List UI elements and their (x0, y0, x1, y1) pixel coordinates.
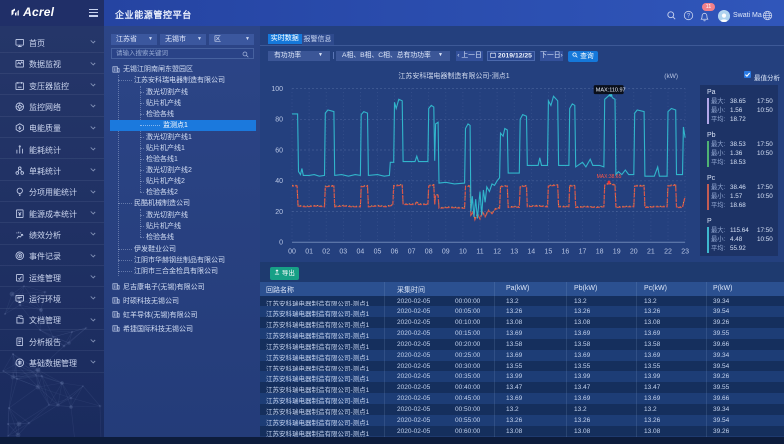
svg-text:22: 22 (664, 249, 672, 256)
svg-text:18: 18 (596, 249, 604, 256)
svg-text:14: 14 (527, 249, 535, 256)
svg-text:0: 0 (279, 240, 283, 247)
svg-text:江苏安科瑞电器制造有限公司-测点1: 江苏安科瑞电器制造有限公司-测点1 (398, 71, 509, 80)
svg-text:05: 05 (374, 249, 382, 256)
svg-text:04: 04 (357, 249, 365, 256)
svg-text:15: 15 (545, 249, 553, 256)
svg-text:40: 40 (275, 178, 283, 185)
svg-text:00: 00 (288, 249, 296, 256)
svg-text:60: 60 (275, 147, 283, 154)
svg-text:19: 19 (613, 249, 621, 256)
svg-text:07: 07 (408, 249, 416, 256)
svg-text:80: 80 (275, 117, 283, 124)
svg-text:(kW): (kW) (664, 73, 678, 80)
svg-text:02: 02 (322, 249, 330, 256)
svg-text:20: 20 (630, 249, 638, 256)
svg-text:11: 11 (476, 249, 483, 256)
svg-text:10: 10 (459, 249, 467, 256)
svg-text:12: 12 (493, 249, 501, 256)
svg-text:20: 20 (275, 209, 283, 216)
svg-text:09: 09 (442, 249, 450, 256)
svg-text:13: 13 (510, 249, 518, 256)
svg-text:21: 21 (647, 249, 655, 256)
svg-text:17: 17 (579, 249, 587, 256)
svg-text:?: ? (687, 14, 691, 20)
svg-text:MAX:110.97: MAX:110.97 (596, 88, 626, 94)
svg-text:06: 06 (391, 249, 399, 256)
svg-text:100: 100 (271, 86, 283, 93)
svg-text:MAX:38.65: MAX:38.65 (597, 174, 622, 180)
svg-text:23: 23 (681, 249, 689, 256)
svg-text:01: 01 (305, 249, 313, 256)
svg-text:08: 08 (425, 249, 433, 256)
svg-text:03: 03 (339, 249, 347, 256)
svg-text:16: 16 (562, 249, 570, 256)
